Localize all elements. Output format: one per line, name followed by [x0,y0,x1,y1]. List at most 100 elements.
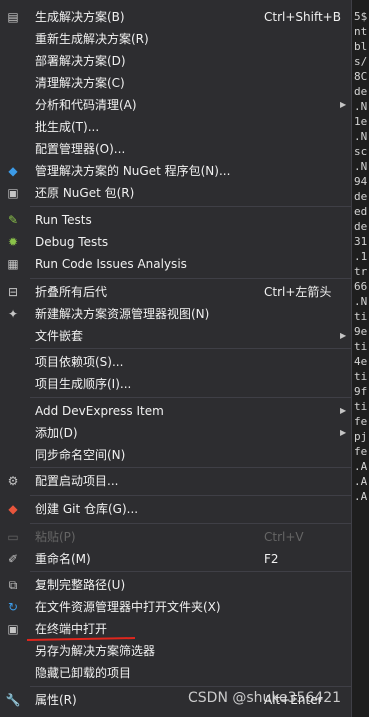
menu-item-shortcut: Ctrl+左箭头 [264,285,332,299]
code-fragment: .1 [354,250,368,263]
background-code-editor: 5$ nt bl s/8C de .N 1e .N sc .N 94 de ed de 31 .1 tr 66 .N… [353,0,369,717]
menu-separator [30,397,351,398]
menu-separator [30,206,351,207]
menu-item-shortcut: F2 [264,552,279,566]
menu-item-label: 项目生成顺序(I)... [35,377,132,391]
debug-tests-icon: ✹ [7,235,19,249]
menu-item-path-4[interactable]: 隐藏已卸载的项目 [0,662,351,684]
code-fragment: de [354,220,368,233]
collapse-all-icon: ⊟ [7,285,19,299]
menu-item-build-8[interactable]: ▣ 还原 NuGet 包(R) [0,182,351,204]
code-fragment: 94 [354,175,368,188]
menu-item-build-4[interactable]: 分析和代码清理(A) ▶ [0,94,351,116]
copy-path-icon: ⧉ [8,578,18,592]
menu-item-deps-0[interactable]: 项目依赖项(S)... [0,351,351,373]
code-fragment: 9e [354,325,368,338]
menu-item-label: 项目依赖项(S)... [35,355,124,369]
menu-item-build-3[interactable]: 清理解决方案(C) [0,72,351,94]
menu-item-build-6[interactable]: 配置管理器(O)... [0,138,351,160]
code-fragment: sc [354,145,368,158]
code-fragment: .N [354,160,368,173]
menu-item-label: 批生成(T)... [35,120,100,134]
nuget-packages-icon: ◆ [8,164,18,178]
menu-item-label: Run Tests [35,213,92,227]
menu-item-add-2[interactable]: 同步命名空间(N) [0,444,351,466]
menu-item-label: 分析和代码清理(A) [35,98,137,112]
menu-separator [30,495,351,496]
menu-item-build-2[interactable]: 部署解决方案(D) [0,50,351,72]
menu-item-build-7[interactable]: ◆ 管理解决方案的 NuGet 程序包(N)... [0,160,351,182]
menu-item-label: 属性(R) [35,693,77,707]
code-fragment: pj [354,430,368,443]
menu-item-label: 重命名(M) [35,552,91,566]
menu-item-label: 在文件资源管理器中打开文件夹(X) [35,600,221,614]
code-fragment: 66 [354,280,368,293]
menu-item-label: 管理解决方案的 NuGet 程序包(N)... [35,164,231,178]
menu-item-deps-1[interactable]: 项目生成顺序(I)... [0,373,351,395]
menu-item-path-2[interactable]: ▣ 在终端中打开 [0,618,351,640]
watermark: CSDN @shuke356421 [188,690,342,706]
code-fragment: ti [354,340,368,353]
menu-item-label: 还原 NuGet 包(R) [35,186,135,200]
code-fragment: .A [354,475,368,488]
menu-item-label: 创建 Git 仓库(G)... [35,502,139,516]
menu-item-label: 在终端中打开 [35,622,108,636]
menu-item-build-1[interactable]: 重新生成解决方案(R) [0,28,351,50]
menu-item-label: Add DevExpress Item [35,404,164,418]
menu-item-label: Run Code Issues Analysis [35,257,187,271]
menu-separator [30,278,351,279]
menu-item-label: 新建解决方案资源管理器视图(N) [35,307,210,321]
restore-nuget-icon: ▣ [7,186,19,200]
code-fragment: .N [354,295,368,308]
menu-item-shortcut: Ctrl+Shift+B [264,10,341,24]
code-fragment: .N [354,130,368,143]
code-fragment: 8C [354,70,368,83]
terminal-icon: ▣ [7,622,19,636]
code-fragment: tr [354,265,368,278]
code-fragment: de [354,190,368,203]
menu-item-label: 添加(D) [35,426,78,440]
menu-separator [30,686,351,687]
menu-item-label: 生成解决方案(B) [35,10,125,24]
menu-item-label: Debug Tests [35,235,109,249]
gear-icon: ⚙ [7,474,19,488]
menu-item-view-1[interactable]: ✦ 新建解决方案资源管理器视图(N) [0,303,351,325]
menu-item-path-3[interactable]: 另存为解决方案筛选器 [0,640,351,662]
menu-item-add-1[interactable]: 添加(D) ▶ [0,422,351,444]
menu-item-path-1[interactable]: ↻ 在文件资源管理器中打开文件夹(X) [0,596,351,618]
menu-item-label: 粘贴(P) [35,530,76,544]
code-fragment: fe [354,415,368,428]
menu-item-edit-1[interactable]: ✐ 重命名(M) F2 [0,548,351,570]
code-analysis-icon: ▦ [7,257,19,271]
code-fragment: de [354,85,368,98]
menu-separator [30,348,351,349]
submenu-arrow-icon: ▶ [340,406,347,415]
menu-item-tests-0[interactable]: ✎ Run Tests [0,209,351,231]
code-fragment: s/ [354,55,368,68]
menu-item-build-0[interactable]: ▤ 生成解决方案(B) Ctrl+Shift+B [0,6,351,28]
menu-item-build-5[interactable]: 批生成(T)... [0,116,351,138]
menu-item-label: 配置管理器(O)... [35,142,126,156]
menu-item-view-2[interactable]: 文件嵌套 ▶ [0,325,351,347]
menu-item-edit-0: ▭ 粘贴(P) Ctrl+V [0,526,351,548]
menu-item-startup-0[interactable]: ⚙ 配置启动项目... [0,470,351,492]
menu-item-path-0[interactable]: ⧉ 复制完整路径(U) [0,574,351,596]
code-fragment: ti [354,370,368,383]
menu-item-label: 同步命名空间(N) [35,448,126,462]
build-solution-icon: ▤ [7,10,19,24]
run-tests-icon: ✎ [7,213,19,227]
menu-item-add-0[interactable]: Add DevExpress Item ▶ [0,400,351,422]
new-view-icon: ✦ [7,307,19,321]
menu-separator [30,467,351,468]
menu-item-tests-1[interactable]: ✹ Debug Tests [0,231,351,253]
menu-item-label: 隐藏已卸载的项目 [35,666,132,680]
menu-item-git-0[interactable]: ◆ 创建 Git 仓库(G)... [0,498,351,520]
code-fragment: 4e [354,355,368,368]
menu-item-label: 重新生成解决方案(R) [35,32,149,46]
menu-item-label: 另存为解决方案筛选器 [35,644,156,658]
code-fragment: fe [354,445,368,458]
menu-item-view-0[interactable]: ⊟ 折叠所有后代 Ctrl+左箭头 [0,281,351,303]
menu-item-tests-2[interactable]: ▦ Run Code Issues Analysis [0,253,351,275]
menu-item-label: 文件嵌套 [35,329,84,343]
open-folder-icon: ↻ [7,600,19,614]
